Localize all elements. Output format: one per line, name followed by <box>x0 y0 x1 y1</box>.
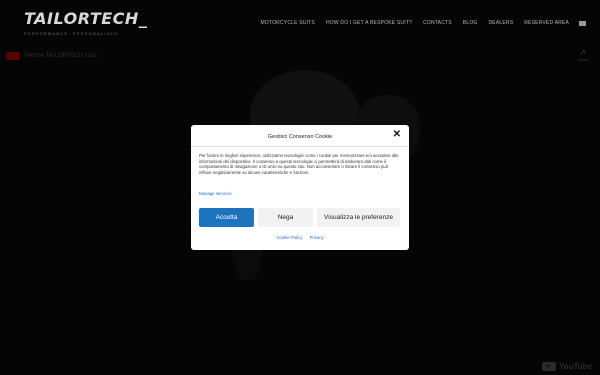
nav-item-contacts[interactable]: CONTACTS <box>423 20 452 26</box>
site-header: TAILORTECH_ PERFORMANCE. PERSONALIZED. M… <box>0 0 600 42</box>
deny-button[interactable]: Nega <box>258 208 313 227</box>
nav-item-reserved-area[interactable]: RESERVED AREA <box>524 20 569 26</box>
nav-item-dealers[interactable]: DEALERS <box>489 20 514 26</box>
share-icon: ↗ <box>579 48 586 57</box>
consent-buttons: Accetta Nega Visualizza le preferenze <box>199 208 400 227</box>
logo-tagline: PERFORMANCE. PERSONALIZED. <box>24 31 121 36</box>
youtube-wordmark: YouTube <box>558 362 592 371</box>
cookie-consent-modal: Gestisci Consenso Cookie ✕ Per fornire l… <box>191 125 409 250</box>
cookie-policy-link[interactable]: Cookie Policy <box>276 235 302 240</box>
nav-item-bespoke-suit[interactable]: HOW DO I GET A BESPOKE SUIT? <box>326 20 412 26</box>
close-icon[interactable]: ✕ <box>393 130 401 140</box>
manage-services-link[interactable]: Manage services <box>199 191 231 196</box>
modal-divider <box>191 146 409 147</box>
youtube-channel-icon[interactable] <box>6 52 20 60</box>
modal-title: Gestisci Consenso Cookie <box>267 134 333 140</box>
language-flag-icon[interactable] <box>579 20 586 26</box>
youtube-play-icon <box>541 362 556 371</box>
nav-item-motorcycle-suits[interactable]: MOTORCYCLE SUITS <box>260 20 315 26</box>
site-logo[interactable]: TAILORTECH_ PERFORMANCE. PERSONALIZED. <box>24 9 148 37</box>
consent-text: Per fornire le migliori esperienze, util… <box>199 153 399 176</box>
logo-text: TAILORTECH_ <box>24 9 148 28</box>
share-label: Share <box>577 57 588 62</box>
policy-links: Cookie Policy Privacy <box>191 235 409 240</box>
share-button[interactable]: ↗ Share <box>577 48 588 63</box>
view-preferences-button[interactable]: Visualizza le preferenze <box>317 208 400 227</box>
youtube-watermark[interactable]: YouTube <box>541 362 592 371</box>
main-nav: MOTORCYCLE SUITS HOW DO I GET A BESPOKE … <box>249 20 586 26</box>
video-title[interactable]: Perché TAILORTECH suits <box>25 53 97 59</box>
nav-item-blog[interactable]: BLOG <box>463 20 478 26</box>
accept-button[interactable]: Accetta <box>199 208 254 227</box>
video-title-bar: Perché TAILORTECH suits <box>6 52 97 60</box>
privacy-link[interactable]: Privacy <box>310 235 324 240</box>
